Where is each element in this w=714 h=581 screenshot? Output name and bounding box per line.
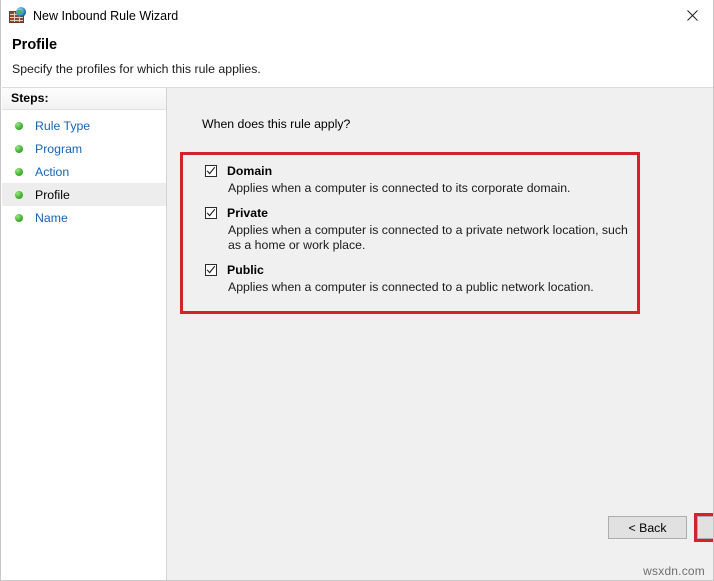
- dialog-body: Steps: Rule Type Program Action Profile: [2, 88, 714, 580]
- firewall-brick-wall-globe-icon: [8, 7, 25, 24]
- sidebar-item-label: Profile: [35, 188, 70, 202]
- steps-header: Steps:: [2, 88, 166, 110]
- main-pane: When does this rule apply? Domain Applie…: [168, 88, 714, 580]
- profile-question-label: When does this rule apply?: [202, 117, 350, 131]
- step-bullet-icon: [15, 145, 23, 153]
- step-bullet-icon: [15, 191, 23, 199]
- next-button-annotation-highlight: [694, 513, 714, 542]
- step-bullet-icon: [15, 122, 23, 130]
- steps-list: Rule Type Program Action Profile Name: [2, 114, 166, 229]
- watermark: wsxdn.com: [643, 564, 705, 578]
- window-title: New Inbound Rule Wizard: [33, 9, 178, 23]
- step-bullet-icon: [15, 214, 23, 222]
- steps-header-label: Steps:: [11, 91, 49, 105]
- new-inbound-rule-wizard-window: New Inbound Rule Wizard Profile Specify …: [0, 0, 714, 581]
- globe-icon-part: [16, 7, 26, 17]
- sidebar-item-label: Name: [35, 211, 68, 225]
- step-bullet-icon: [15, 168, 23, 176]
- page-header: Profile Specify the profiles for which t…: [2, 31, 714, 88]
- close-icon[interactable]: [670, 0, 714, 30]
- sidebar-item-name[interactable]: Name: [2, 206, 166, 229]
- sidebar-item-profile[interactable]: Profile: [2, 183, 166, 206]
- steps-sidebar: Steps: Rule Type Program Action Profile: [2, 88, 167, 580]
- page-subtitle: Specify the profiles for which this rule…: [12, 62, 261, 76]
- sidebar-item-label: Rule Type: [35, 119, 90, 133]
- sidebar-item-action[interactable]: Action: [2, 160, 166, 183]
- back-button[interactable]: < Back: [608, 516, 687, 539]
- sidebar-item-program[interactable]: Program: [2, 137, 166, 160]
- sidebar-item-label: Action: [35, 165, 69, 179]
- close-x-glyph: [687, 10, 698, 21]
- page-title: Profile: [12, 37, 57, 53]
- sidebar-item-rule-type[interactable]: Rule Type: [2, 114, 166, 137]
- profile-group-annotation-highlight: [180, 152, 640, 314]
- sidebar-item-label: Program: [35, 142, 82, 156]
- title-bar: New Inbound Rule Wizard: [1, 0, 714, 31]
